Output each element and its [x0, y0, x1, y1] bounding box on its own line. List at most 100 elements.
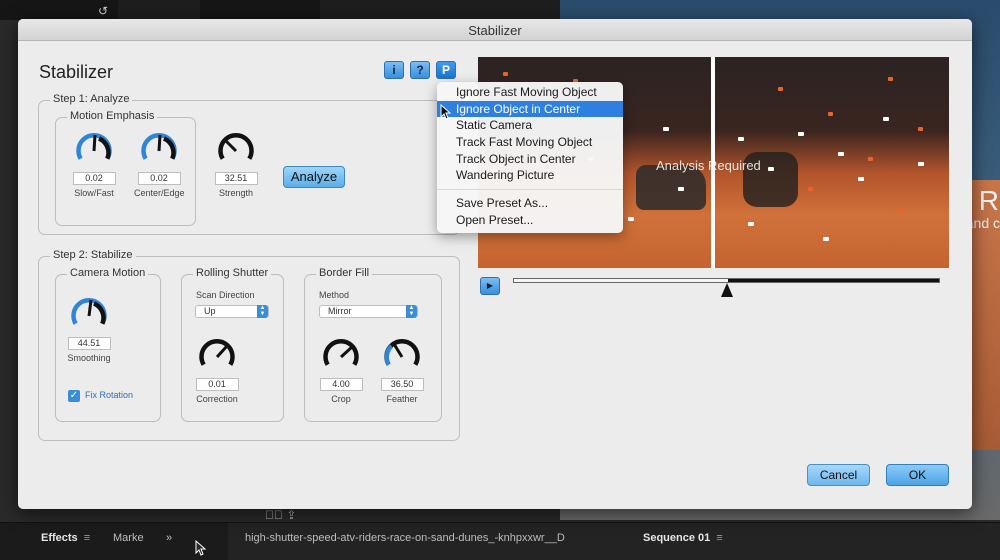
strength-control: 32.51 Strength	[211, 131, 261, 198]
slow-fast-control: 0.02 Slow/Fast	[69, 131, 119, 198]
fix-rotation-label[interactable]: Fix Rotation	[85, 390, 133, 400]
tracking-point	[828, 112, 833, 116]
undo-icon[interactable]: ↺	[98, 4, 108, 18]
tracking-point	[858, 177, 864, 181]
tracking-point	[918, 162, 924, 166]
center-edge-value[interactable]: 0.02	[137, 172, 181, 185]
preset-menu-item[interactable]: Ignore Fast Moving Object	[437, 84, 623, 101]
tab-sequence-label: Sequence 01	[643, 532, 711, 544]
center-edge-label: Center/Edge	[134, 188, 185, 198]
rolling-shutter-label: Rolling Shutter	[193, 267, 272, 279]
slow-fast-value[interactable]: 0.02	[72, 172, 116, 185]
method-label: Method	[319, 290, 350, 300]
step1-label: Step 1: Analyze	[50, 93, 133, 105]
preset-menu-item[interactable]: Track Object in Center	[437, 151, 623, 168]
tracking-point	[663, 127, 669, 131]
preset-menu-item[interactable]: Static Camera	[437, 117, 623, 134]
tracking-point	[798, 132, 804, 136]
strength-value[interactable]: 32.51	[214, 172, 258, 185]
scan-direction-select[interactable]: Up ▲ ▼	[195, 305, 269, 318]
preset-menu: Ignore Fast Moving Object Ignore Object …	[437, 82, 623, 233]
save-preset-item[interactable]: Save Preset As...	[437, 195, 623, 212]
camera-motion-label: Camera Motion	[67, 267, 149, 279]
feather-value[interactable]: 36.50	[380, 378, 424, 391]
tracking-point	[778, 87, 783, 91]
step2-label: Step 2: Stabilize	[50, 249, 136, 261]
slow-fast-label: Slow/Fast	[74, 188, 114, 198]
select-caret-icon: ▲ ▼	[257, 305, 268, 318]
crop-knob-icon[interactable]	[321, 337, 361, 377]
tracking-point	[748, 222, 754, 226]
tracking-point	[808, 187, 813, 191]
background-export-icons[interactable]: ▶⃒ ⇪	[265, 508, 296, 522]
page-title: Stabilizer	[39, 62, 114, 82]
method-value: Mirror	[328, 306, 352, 316]
open-preset-item[interactable]: Open Preset...	[437, 212, 623, 229]
motion-emphasis-label: Motion Emphasis	[67, 110, 158, 122]
panel-menu-icon[interactable]: ≡	[716, 532, 722, 544]
smoothing-value[interactable]: 44.51	[67, 337, 111, 350]
feather-control: 36.50 Feather	[377, 337, 427, 404]
dialog-titlebar[interactable]: Stabilizer	[18, 19, 972, 41]
tracking-point	[823, 237, 829, 241]
tracking-point	[868, 157, 873, 161]
correction-knob-icon[interactable]	[197, 337, 237, 377]
info-button[interactable]: i	[384, 61, 404, 79]
feather-label: Feather	[386, 394, 418, 404]
overflow-icon[interactable]: »	[166, 532, 172, 544]
playhead-handle[interactable]	[721, 283, 733, 297]
tab-effects-label: Effects	[41, 532, 78, 544]
tracking-point	[883, 117, 889, 121]
background-panel-top	[0, 0, 560, 20]
play-icon[interactable]: ▶	[480, 277, 500, 295]
menu-divider	[437, 189, 623, 191]
smoothing-label: Smoothing	[67, 353, 111, 363]
scan-direction-label: Scan Direction	[196, 290, 255, 300]
feather-knob-icon[interactable]	[382, 337, 422, 377]
tracking-point	[503, 72, 508, 76]
fix-rotation-checkbox[interactable]: ✓	[68, 390, 80, 402]
scan-direction-value: Up	[204, 306, 216, 316]
crop-label: Crop	[331, 394, 351, 404]
tracking-point	[628, 217, 634, 221]
background-cell	[200, 0, 320, 20]
method-select[interactable]: Mirror ▲ ▼	[319, 305, 418, 318]
analyze-button[interactable]: Analyze	[283, 166, 345, 188]
help-button[interactable]: ?	[410, 61, 430, 79]
pointer-cursor-icon	[440, 104, 452, 120]
tracking-point	[898, 207, 903, 211]
preset-menu-item[interactable]: Ignore Object in Center	[437, 100, 623, 118]
select-caret-icon: ▲ ▼	[406, 305, 417, 318]
tab-markers[interactable]: Marke	[113, 532, 144, 544]
crop-value[interactable]: 4.00	[319, 378, 363, 391]
step1-analyze-group: Step 1: Analyze Motion Emphasis 0.02 Slo…	[38, 93, 460, 235]
tracking-point	[918, 127, 923, 131]
preset-button[interactable]: P	[436, 61, 456, 79]
crop-control: 4.00 Crop	[316, 337, 366, 404]
ok-button[interactable]: OK	[886, 464, 949, 486]
pointer-cursor-icon	[195, 540, 207, 556]
correction-control: 0.01 Correction	[192, 337, 242, 404]
smoothing-control: 44.51 Smoothing	[64, 296, 114, 363]
tab-clip[interactable]: high-shutter-speed-atv-riders-race-on-sa…	[245, 532, 565, 544]
strength-knob-icon[interactable]	[216, 131, 256, 171]
correction-value[interactable]: 0.01	[195, 378, 239, 391]
smoothing-knob-icon[interactable]	[69, 296, 109, 336]
scrubber-fill	[514, 279, 728, 282]
panel-menu-icon[interactable]: ≡	[84, 532, 90, 544]
correction-label: Correction	[196, 394, 238, 404]
center-edge-knob-icon[interactable]	[139, 131, 179, 171]
bottom-panel-bar: Effects ≡ Marke » high-shutter-speed-atv-…	[0, 522, 1000, 560]
cancel-button[interactable]: Cancel	[807, 464, 870, 486]
border-fill-label: Border Fill	[316, 267, 373, 279]
tracking-point	[678, 187, 684, 191]
preset-menu-item[interactable]: Track Fast Moving Object	[437, 134, 623, 151]
tab-effects[interactable]: Effects ≡	[41, 532, 90, 544]
tracking-point	[738, 137, 744, 141]
center-edge-control: 0.02 Center/Edge	[134, 131, 185, 198]
analysis-message: Analysis Required	[656, 158, 761, 173]
preset-menu-item[interactable]: Wandering Picture	[437, 167, 623, 184]
slow-fast-knob-icon[interactable]	[74, 131, 114, 171]
tracking-point	[768, 167, 774, 171]
tab-sequence: Sequence 01 ≡	[643, 532, 723, 544]
